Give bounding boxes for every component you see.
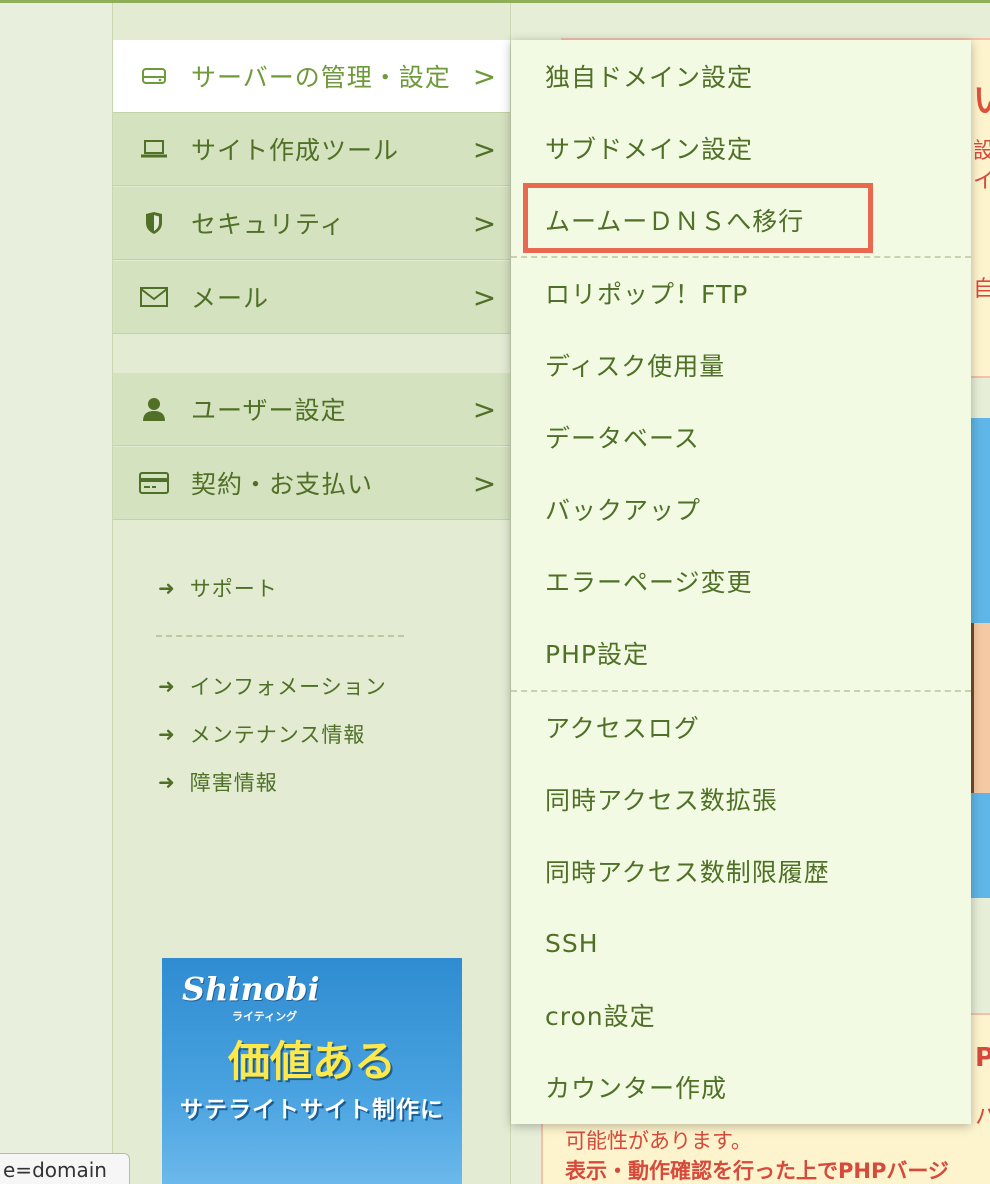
submenu-item-counter[interactable]: カウンター作成 xyxy=(511,1051,971,1123)
banner-subline: サテライトサイト制作に xyxy=(180,1097,444,1123)
sidebar-item-server[interactable]: サーバーの管理・設定 > xyxy=(113,40,510,113)
chevron-right-icon: > xyxy=(472,392,498,426)
submenu-item-concurrent-access[interactable]: 同時アクセス数拡張 xyxy=(511,763,971,835)
arrow-right-icon: ➜ xyxy=(158,770,176,794)
illustration-banner xyxy=(971,418,990,898)
bg-fragment: P xyxy=(975,1043,990,1073)
submenu-item-ssh[interactable]: SSH xyxy=(511,907,971,979)
chevron-right-icon: > xyxy=(472,466,498,500)
mail-icon xyxy=(137,287,171,307)
bg-fragment: い xyxy=(973,73,990,122)
banner-logo: Shinobi xyxy=(182,970,320,1008)
chevron-right-icon: > xyxy=(472,206,498,240)
bg-fragment: 自 xyxy=(973,277,990,302)
link-incident[interactable]: ➜ 障害情報 xyxy=(158,758,387,806)
notice-line-2: 表示・動作確認を行った上でPHPバージ xyxy=(565,1159,949,1183)
notice-line-1: 可能性があります。 xyxy=(565,1129,752,1153)
submenu-item-access-log[interactable]: アクセスログ xyxy=(511,691,971,763)
banner-logo-sub: ライティング xyxy=(232,1010,298,1023)
sidebar-item-contract-payment[interactable]: 契約・お支払い > xyxy=(113,447,510,520)
credit-card-icon xyxy=(137,472,171,494)
submenu-item-disk-usage[interactable]: ディスク使用量 xyxy=(511,329,971,401)
submenu-item-custom-domain[interactable]: 独自ドメイン設定 xyxy=(511,40,971,112)
sidebar-item-user-settings[interactable]: ユーザー設定 > xyxy=(113,373,510,446)
arrow-right-icon: ➜ xyxy=(158,576,176,600)
submenu-item-subdomain[interactable]: サブドメイン設定 xyxy=(511,112,971,184)
submenu-item-php-settings[interactable]: PHP設定 xyxy=(511,617,971,689)
sidebar-item-label: 契約・お支払い xyxy=(191,470,374,499)
left-gutter xyxy=(0,3,113,1184)
sidebar-item-security[interactable]: セキュリティ > xyxy=(113,187,510,260)
sidebar-divider xyxy=(156,635,404,637)
bg-fragment: ハ xyxy=(975,1105,990,1130)
sidebar-item-label: サイト作成ツール xyxy=(191,136,400,165)
submenu-item-muumuu-dns[interactable]: ムームーＤＮＳへ移行 xyxy=(511,184,971,256)
chevron-right-icon: > xyxy=(472,59,498,93)
support-links: ➜ サポート xyxy=(158,564,278,612)
submenu-item-database[interactable]: データベース xyxy=(511,401,971,473)
link-maintenance[interactable]: ➜ メンテナンス情報 xyxy=(158,710,387,758)
arrow-right-icon: ➜ xyxy=(158,722,176,746)
user-icon xyxy=(137,397,171,421)
bg-fragment: 設 xyxy=(973,139,990,164)
submenu-dropdown: 独自ドメイン設定 サブドメイン設定 ムームーＤＮＳへ移行 ロリポップ！FTP デ… xyxy=(511,40,971,1124)
sidebar-item-site-tools[interactable]: サイト作成ツール > xyxy=(113,113,510,186)
chevron-right-icon: > xyxy=(472,280,498,314)
submenu-item-ftp[interactable]: ロリポップ！FTP xyxy=(511,257,971,329)
submenu-item-concurrent-limit-history[interactable]: 同時アクセス数制限履歴 xyxy=(511,835,971,907)
ad-banner[interactable]: Shinobi ライティング 価値ある サテライトサイト制作に xyxy=(162,958,462,1184)
arrow-right-icon: ➜ xyxy=(158,674,176,698)
server-icon xyxy=(137,66,171,86)
sidebar-item-label: セキュリティ xyxy=(191,210,346,239)
laptop-icon xyxy=(137,139,171,159)
bg-fragment: イ xyxy=(973,169,990,194)
link-information[interactable]: ➜ インフォメーション xyxy=(158,662,387,710)
link-support[interactable]: ➜ サポート xyxy=(158,564,278,612)
chevron-right-icon: > xyxy=(472,132,498,166)
info-links: ➜ インフォメーション ➜ メンテナンス情報 ➜ 障害情報 xyxy=(158,662,387,806)
submenu-item-backup[interactable]: バックアップ xyxy=(511,473,971,545)
sidebar-item-label: サーバーの管理・設定 xyxy=(191,63,451,92)
status-tooltip: e=domain xyxy=(0,1153,130,1184)
sidebar: サーバーの管理・設定 > サイト作成ツール > セキュリティ > メール > ユ… xyxy=(113,3,511,1184)
sidebar-item-label: ユーザー設定 xyxy=(191,396,347,425)
shield-icon xyxy=(137,211,171,235)
banner-headline: 価値ある xyxy=(227,1037,396,1086)
sidebar-item-label: メール xyxy=(191,284,270,313)
submenu-item-error-page[interactable]: エラーページ変更 xyxy=(511,545,971,617)
sidebar-item-mail[interactable]: メール > xyxy=(113,261,510,334)
submenu-item-cron[interactable]: cron設定 xyxy=(511,979,971,1051)
